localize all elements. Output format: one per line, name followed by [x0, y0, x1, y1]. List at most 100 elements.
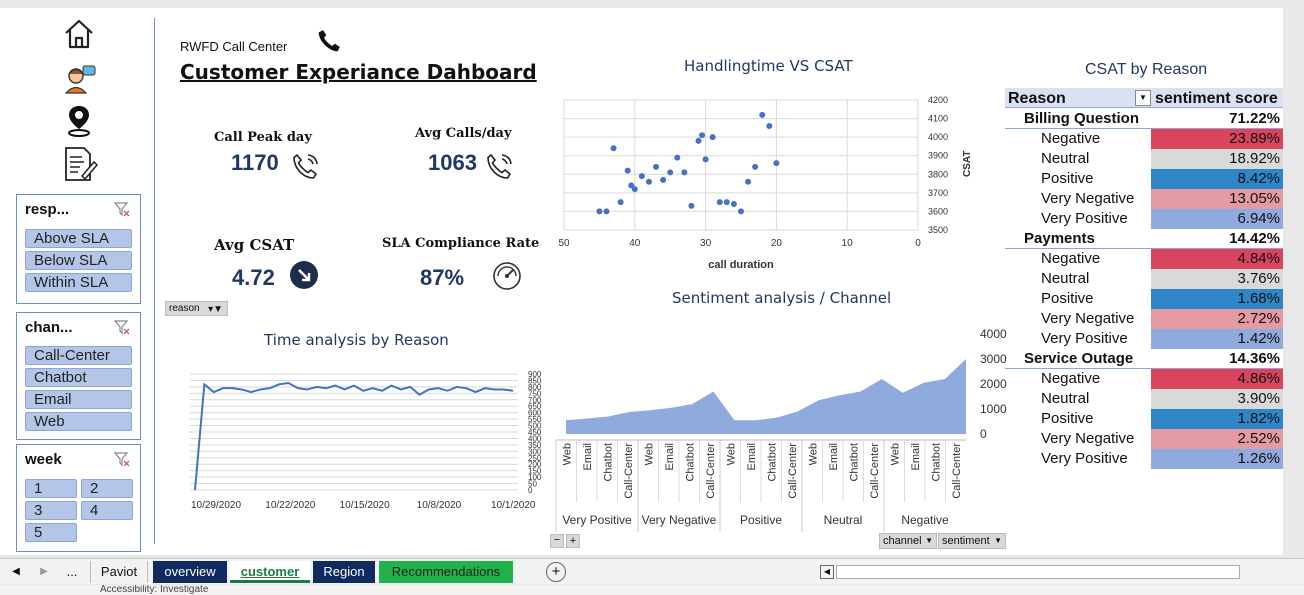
- x-tick-label: 10/8/2020: [417, 500, 462, 511]
- dropdown-arrow-icon: ▼: [925, 536, 933, 545]
- slicer-item-above-sla[interactable]: Above SLA: [25, 229, 132, 248]
- table-row[interactable]: Very Positive 6.94%: [1005, 209, 1283, 229]
- hscroll-left-button[interactable]: ◀: [820, 565, 834, 579]
- channel-filter-button[interactable]: channel ▼: [879, 533, 937, 549]
- x-tick-label: Email: [664, 443, 676, 471]
- table-row[interactable]: Very Negative 2.72%: [1005, 309, 1283, 329]
- line-chart-title: Time analysis by Reason: [264, 331, 449, 349]
- sentiment-filter-button[interactable]: sentiment ▼: [938, 533, 1006, 549]
- accessibility-status[interactable]: Accessibility: Investigate: [100, 585, 208, 595]
- tab-region[interactable]: Region: [313, 561, 375, 583]
- csat-table-title: CSAT by Reason: [1085, 61, 1208, 78]
- divider: [154, 18, 155, 544]
- group-row[interactable]: Billing Question 71.22%: [1005, 109, 1283, 129]
- x-tick-label: Web: [807, 443, 819, 465]
- slicer-item-within-sla[interactable]: Within SLA: [25, 273, 132, 292]
- slicer-item-week-4[interactable]: 4: [81, 501, 133, 520]
- expand-button[interactable]: +: [566, 534, 580, 548]
- table-row[interactable]: Positive 1.82%: [1005, 409, 1283, 429]
- phone-icon: [318, 30, 340, 52]
- group-label: Very Positive: [562, 513, 632, 527]
- slicer-item-below-sla[interactable]: Below SLA: [25, 251, 132, 270]
- x-tick-label: Chatbot: [766, 443, 778, 482]
- row-value: 2.72%: [1151, 309, 1283, 329]
- slicer-week: week 1 2 3 4 5: [16, 444, 141, 552]
- table-row[interactable]: Very Positive 1.42%: [1005, 329, 1283, 349]
- tab-overview[interactable]: overview: [153, 561, 227, 583]
- tab-more[interactable]: ...: [62, 561, 82, 583]
- group-row[interactable]: Service Outage 14.36%: [1005, 349, 1283, 369]
- slicer-item-week-2[interactable]: 2: [81, 479, 133, 498]
- slicer-item-week-1[interactable]: 1: [25, 479, 77, 498]
- group-row[interactable]: Payments 14.42%: [1005, 229, 1283, 249]
- table-row[interactable]: Positive 8.42%: [1005, 169, 1283, 189]
- table-row[interactable]: Negative 4.84%: [1005, 249, 1283, 269]
- table-row[interactable]: Negative 23.89%: [1005, 129, 1283, 149]
- kpi-peak-label: Call Peak day: [214, 130, 312, 145]
- table-row[interactable]: Very Positive 1.26%: [1005, 449, 1283, 469]
- filter-clear-icon[interactable]: [114, 319, 130, 335]
- kpi-avg-calls-value: 1063: [428, 150, 477, 175]
- scatter-point: [631, 186, 638, 193]
- group-label: Neutral: [824, 513, 863, 527]
- x-tick-label: Chatbot: [602, 443, 614, 482]
- row-label: Very Negative: [1041, 310, 1135, 327]
- table-row[interactable]: Negative 4.86%: [1005, 369, 1283, 389]
- slicer-title: week: [25, 451, 62, 468]
- y-tick-label: 1000: [980, 402, 1007, 416]
- x-tick-label: Web: [725, 443, 737, 465]
- support-agent-icon[interactable]: [60, 60, 98, 96]
- time-series-line: [194, 381, 514, 491]
- table-row[interactable]: Neutral 3.90%: [1005, 389, 1283, 409]
- reason-filter-button[interactable]: reason ▾▼: [165, 301, 228, 316]
- row-value: 4.86%: [1151, 369, 1283, 389]
- horizontal-scrollbar[interactable]: [836, 565, 1240, 579]
- scatter-point: [752, 163, 759, 170]
- collapse-button[interactable]: −: [550, 534, 564, 548]
- tab-scroll-right[interactable]: ▶: [36, 561, 52, 583]
- row-value: 3.90%: [1151, 389, 1283, 409]
- row-label: Very Positive: [1041, 450, 1128, 467]
- home-icon[interactable]: [60, 16, 98, 52]
- x-tick-label: Email: [828, 443, 840, 471]
- add-sheet-icon[interactable]: +: [546, 562, 566, 582]
- scatter-point: [766, 123, 773, 129]
- slicer-item-call-center[interactable]: Call-Center: [25, 346, 132, 365]
- dropdown-arrow-icon[interactable]: ▼: [1135, 90, 1151, 106]
- tab-paviot[interactable]: Paviot: [90, 561, 148, 583]
- phone-ringing-icon: [293, 153, 318, 179]
- tab-recommendations[interactable]: Recommendations: [379, 561, 513, 583]
- table-row[interactable]: Neutral 3.76%: [1005, 269, 1283, 289]
- table-row[interactable]: Neutral 18.92%: [1005, 149, 1283, 169]
- x-tick-label: Email: [582, 443, 594, 471]
- slicer-item-chatbot[interactable]: Chatbot: [25, 368, 132, 387]
- filter-clear-icon[interactable]: [114, 451, 130, 467]
- y-tick-label: 3700: [928, 188, 948, 198]
- kpi-csat-label: Avg CSAT: [214, 236, 295, 254]
- row-label: Very Negative: [1041, 190, 1135, 207]
- notes-icon[interactable]: [60, 144, 98, 184]
- slicer-item-web[interactable]: Web: [25, 412, 132, 431]
- slicer-item-week-3[interactable]: 3: [25, 501, 77, 520]
- row-value: 8.42%: [1151, 169, 1283, 189]
- area-chart: 0 1000 2000 3000 4000 Web Email Chatbot Call-Cen…: [555, 327, 1007, 532]
- y-tick-label: 3800: [928, 169, 948, 179]
- table-row[interactable]: Very Negative 13.05%: [1005, 189, 1283, 209]
- table-row[interactable]: Positive 1.68%: [1005, 289, 1283, 309]
- scatter-point: [660, 176, 667, 183]
- x-tick-label: 10/15/2020: [340, 500, 390, 511]
- slicer-item-email[interactable]: Email: [25, 390, 132, 409]
- x-tick-label: Web: [561, 443, 573, 465]
- slicer-item-week-5[interactable]: 5: [25, 523, 77, 542]
- row-label: Very Positive: [1041, 210, 1128, 227]
- x-tick-label: 30: [700, 238, 712, 249]
- row-value: 2.52%: [1151, 429, 1283, 449]
- table-row[interactable]: Very Negative 2.52%: [1005, 429, 1283, 449]
- group-name: Payments: [1024, 230, 1095, 247]
- tab-scroll-left[interactable]: ◀: [8, 561, 24, 583]
- x-axis-label: call duration: [708, 259, 774, 271]
- row-value: 1.68%: [1151, 289, 1283, 309]
- location-pin-icon[interactable]: [60, 102, 98, 138]
- filter-clear-icon[interactable]: [114, 201, 130, 217]
- tab-customer[interactable]: customer: [230, 561, 310, 583]
